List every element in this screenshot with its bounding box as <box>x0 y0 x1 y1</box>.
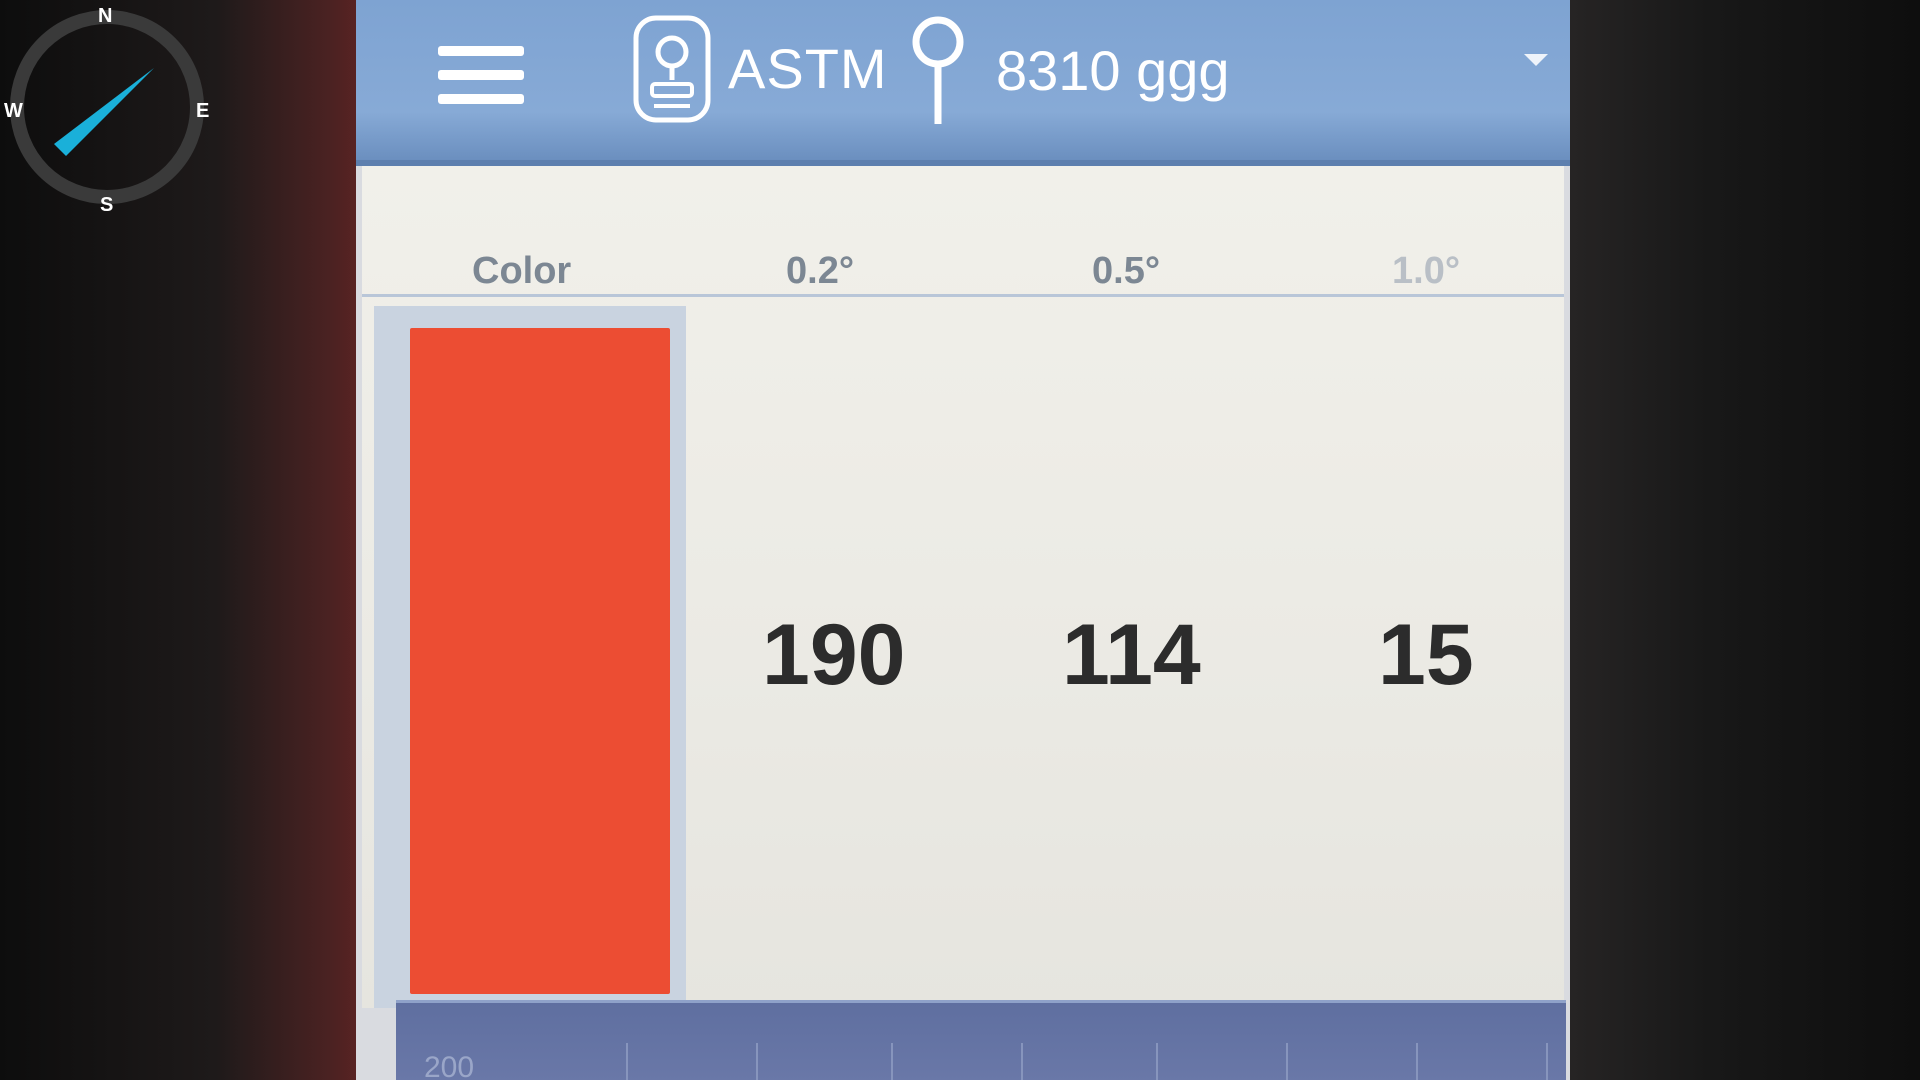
hamburger-menu-icon[interactable] <box>438 42 524 106</box>
location-pin-icon <box>906 12 970 128</box>
column-header-angle-1-0: 1.0° <box>1392 250 1461 292</box>
column-header-color: Color <box>472 250 572 292</box>
compass-west-label: W <box>4 100 23 122</box>
standard-label[interactable]: ASTM <box>728 36 888 101</box>
color-cell <box>374 306 686 1008</box>
chart-axis-label: 200 <box>424 1051 475 1080</box>
chevron-down-icon[interactable] <box>1524 54 1548 66</box>
value-angle-0-2: 190 <box>762 607 906 703</box>
compass-icon: N S W E <box>4 4 210 216</box>
value-angle-0-5: 114 <box>1062 607 1201 703</box>
chart-gridline <box>1021 1043 1023 1080</box>
table-header-row: Color 0.2° 0.5° 1.0° <box>362 166 1564 297</box>
chart-gridline <box>1416 1043 1418 1080</box>
compass-north-label: N <box>98 5 113 27</box>
chart-gridline <box>1286 1043 1288 1080</box>
top-app-bar: ASTM 8310 ggg <box>356 0 1570 166</box>
column-header-angle-0-2: 0.2° <box>786 250 855 292</box>
compass-south-label: S <box>100 194 114 216</box>
measurement-table: Color 0.2° 0.5° 1.0° 190 114 15 <box>362 166 1564 1008</box>
chart-gridline <box>1546 1043 1548 1080</box>
chart-gridline <box>1156 1043 1158 1080</box>
chart-gridline <box>626 1043 628 1080</box>
chart-gridline <box>756 1043 758 1080</box>
chart-gridline <box>891 1043 893 1080</box>
device-screen: ASTM 8310 ggg Color 0.2° 0.5° 1.0° 190 1… <box>356 0 1570 1080</box>
column-header-angle-0-5: 0.5° <box>1092 250 1161 292</box>
color-swatch <box>410 328 670 994</box>
device-icon <box>630 12 714 126</box>
sample-name-label[interactable]: 8310 ggg <box>996 38 1230 103</box>
photo-stage: N S W E ASTM 8310 ggg Color 0.2° 0.5° 1.… <box>0 0 1920 1080</box>
right-bezel <box>1570 0 1920 1080</box>
bottom-chart-panel: 200 <box>396 1000 1566 1080</box>
compass-east-label: E <box>196 100 210 122</box>
value-angle-1-0: 15 <box>1378 607 1474 703</box>
